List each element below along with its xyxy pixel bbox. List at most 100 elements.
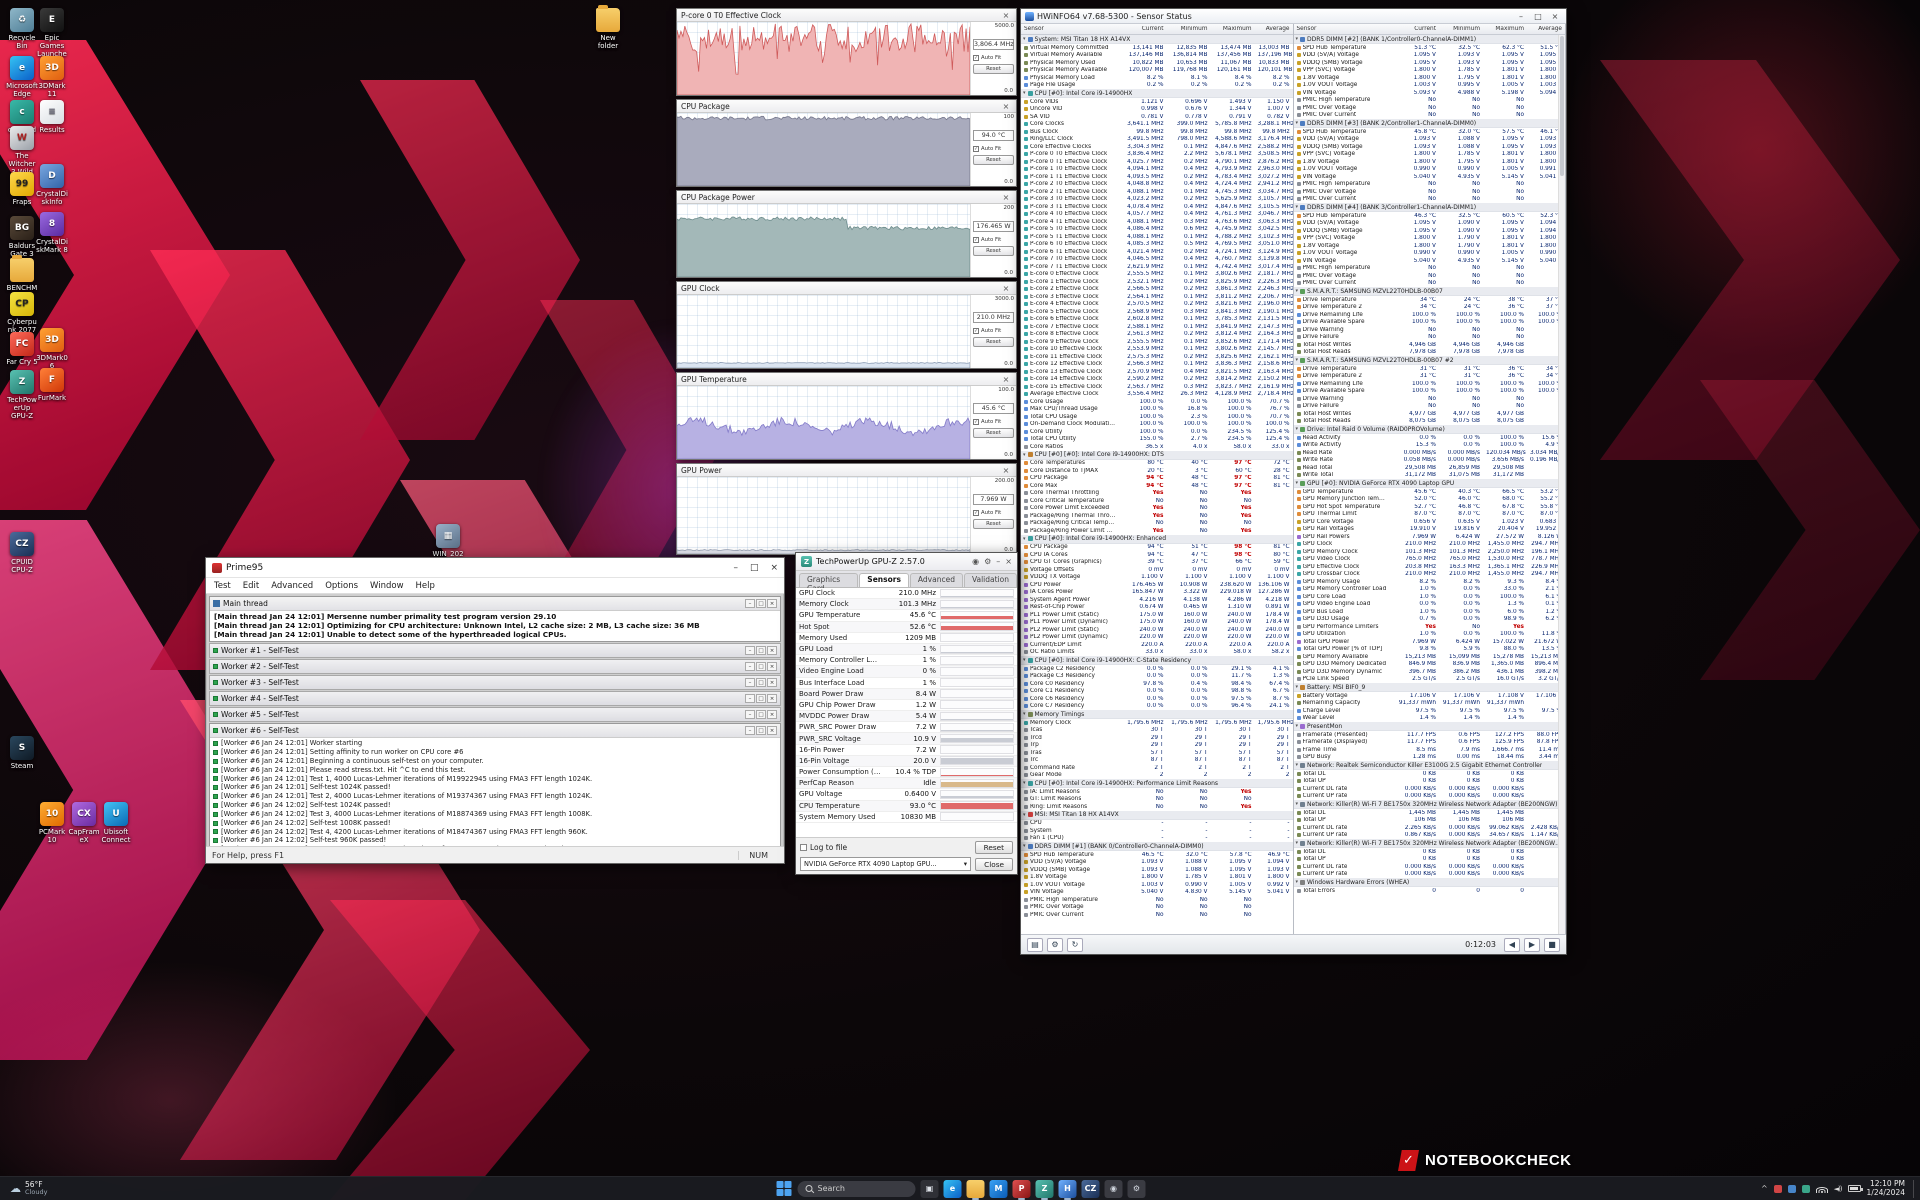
hwinfo-sensor-row[interactable]: Framerate (Presented)117.7 FPS0.6 FPS127… xyxy=(1294,731,1566,739)
hwinfo-sensor-row[interactable]: PMIC Over VoltageNoNoNo xyxy=(1021,904,1293,912)
gpuz-sensor-row[interactable]: Hot Spot52.6 °C xyxy=(796,622,1017,633)
desktop-icon-cpuid-cpu-z[interactable]: CZCPUID CPU-Z xyxy=(6,532,38,574)
gpu-select-dropdown[interactable]: NVIDIA GeForce RTX 4090 Laptop GPU... ▾ xyxy=(800,857,971,871)
hwinfo-sensor-row[interactable]: 1.8V Voltage1.800 V1.795 V1.801 V1.800 V xyxy=(1294,158,1566,166)
auto-fit-control[interactable]: ✓Auto Fit xyxy=(973,510,1014,516)
hwinfo-sensor-row[interactable]: Total DL0 KB0 KB0 KB xyxy=(1294,848,1566,856)
hwinfo-sensor-row[interactable]: Write Activity15.3 %0.0 %100.0 %4.9 % xyxy=(1294,442,1566,450)
graph-titlebar[interactable]: CPU Package Power× xyxy=(677,191,1016,204)
hwinfo-sensor-row[interactable]: P-core 3 T1 Effective Clock4,078.4 MHz0.… xyxy=(1021,203,1293,211)
hwinfo-sensor-row[interactable]: Core Max94 °C48 °C97 °C81 °C xyxy=(1021,482,1293,490)
camera-icon[interactable]: ◉ xyxy=(972,557,979,566)
sensor-graph-window-gpu-temperature[interactable]: GPU Temperature×100.045.6 °C✓Auto FitRes… xyxy=(676,372,1017,460)
hwinfo-sensor-row[interactable]: 1.8V Voltage1.800 V1.785 V1.801 V1.800 V xyxy=(1021,874,1293,882)
hwinfo-section-header[interactable]: ▾GPU [#0]: NVIDIA GeForce RTX 4090 Lapto… xyxy=(1294,479,1566,488)
hwinfo-sensor-row[interactable]: Drive Remaining Life100.0 %100.0 %100.0 … xyxy=(1294,380,1566,388)
hwinfo-sensor-row[interactable]: Package C2 Residency0.0 %0.0 %29.1 %4.1 … xyxy=(1021,665,1293,673)
hwinfo-sensor-row[interactable]: E-core 15 Effective Clock2,563.7 MHz0.3 … xyxy=(1021,383,1293,391)
hwinfo-sensor-row[interactable]: E-core 11 Effective Clock2,575.3 MHz0.2 … xyxy=(1021,353,1293,361)
hwinfo-section-header[interactable]: ▾DDR5 DIMM [#1] (BANK 0/Controller0-Chan… xyxy=(1021,842,1293,851)
hwinfo-sensor-row[interactable]: Read Total29,508 MB26,859 MB29,508 MB xyxy=(1294,464,1566,472)
taskbar-icon-gpuz[interactable]: Z xyxy=(1036,1180,1054,1198)
close-icon[interactable]: × xyxy=(770,563,778,573)
taskbar-icon-camera[interactable]: ◉ xyxy=(1105,1180,1123,1198)
close-icon[interactable]: × xyxy=(767,662,777,671)
hwinfo-sensor-row[interactable]: GPU Utilization1.0 %0.0 %100.0 %11.8 % xyxy=(1294,631,1566,639)
checkbox-icon[interactable]: ✓ xyxy=(973,146,979,152)
hwinfo-sensor-row[interactable]: PMIC Over CurrentNoNoNo xyxy=(1294,196,1566,204)
hwinfo-sensor-row[interactable]: Read Activity0.0 %0.0 %100.0 %15.6 % xyxy=(1294,434,1566,442)
gpuz-sensor-row[interactable]: Power Consumption (%)10.4 % TDP xyxy=(796,767,1017,778)
auto-fit-control[interactable]: ✓Auto Fit xyxy=(973,146,1014,152)
hwinfo-section-header[interactable]: ▾MSI: MSI Titan 18 HX A14VX xyxy=(1021,811,1293,820)
hwinfo-sensor-row[interactable]: P-core 3 T0 Effective Clock4,023.2 MHz0.… xyxy=(1021,196,1293,204)
hwinfo-sensor-row[interactable]: P-core 5 T1 Effective Clock4,088.1 MHz0.… xyxy=(1021,233,1293,241)
desktop-icon-ubisoft-connect[interactable]: UUbisoft Connect xyxy=(100,802,132,844)
volume-icon[interactable]: ◄)) xyxy=(1834,1185,1842,1193)
sensor-graph-window-cpu-package[interactable]: CPU Package×10094.0 °C✓Auto FitReset0.0 xyxy=(676,99,1017,187)
hwinfo-sensor-row[interactable]: Write Total31,172 MB31,075 MB31,172 MB xyxy=(1294,472,1566,480)
desktop-icon-steam[interactable]: SSteam xyxy=(6,736,38,770)
hwinfo-sensor-row[interactable]: P-core 0 T1 Effective Clock4,025.7 MHz0.… xyxy=(1021,158,1293,166)
auto-fit-control[interactable]: ✓Auto Fit xyxy=(973,328,1014,334)
hwinfo-sensor-row[interactable]: Write Rate0.058 MB/s0.000 MB/s3.656 MB/s… xyxy=(1294,457,1566,465)
hwinfo-sensor-row[interactable]: CPU GT Cores (Graphics)39 °C37 °C66 °C59… xyxy=(1021,559,1293,567)
gpuz-sensor-row[interactable]: MVDDC Power Draw5.4 W xyxy=(796,711,1017,722)
checkbox-icon[interactable]: ✓ xyxy=(973,510,979,516)
hwinfo-sensor-row[interactable]: Tcas30 T30 T30 T30 T xyxy=(1021,727,1293,735)
hwinfo-sensor-row[interactable]: Total UP0 KB0 KB0 KB xyxy=(1294,778,1566,786)
hwinfo-sensor-row[interactable]: Core Thermal ThrottlingYesNoYes xyxy=(1021,490,1293,498)
hwinfo-sensor-row[interactable]: Drive Available Spare100.0 %100.0 %100.0… xyxy=(1294,319,1566,327)
hwinfo-sensor-row[interactable]: PMIC Over CurrentNoNoNo xyxy=(1294,112,1566,120)
start-button[interactable] xyxy=(775,1180,793,1198)
hwinfo-sensor-row[interactable]: Core Usage100.0 %0.0 %100.0 %70.7 % xyxy=(1021,398,1293,406)
hwinfo-sensor-row[interactable]: SPD Hub Temperature46.5 °C32.0 °C57.8 °C… xyxy=(1021,851,1293,859)
hwinfo-sensor-row[interactable]: GPU D3D Usage0.7 %0.0 %98.9 %6.2 % xyxy=(1294,616,1566,624)
minimize-icon[interactable]: – xyxy=(745,599,755,608)
hwinfo-section-header[interactable]: ▾DDR5 DIMM [#3] (BANK 2/Controller1-Chan… xyxy=(1294,119,1566,128)
gpuz-sensor-row[interactable]: Memory Controller Load1 % xyxy=(796,655,1017,666)
hwinfo-sensor-row[interactable]: Core C0 Residency97.8 %0.4 %98.4 %67.4 % xyxy=(1021,680,1293,688)
maximize-icon[interactable]: □ xyxy=(756,662,766,671)
battery-icon[interactable] xyxy=(1848,1185,1861,1192)
maximize-icon[interactable]: □ xyxy=(756,646,766,655)
hwinfo-sensor-row[interactable]: E-core 2 Effective Clock2,566.5 MHz0.2 M… xyxy=(1021,286,1293,294)
hwinfo-sensor-row[interactable]: CPU Power176.465 W10.908 W238.620 W136.1… xyxy=(1021,581,1293,589)
hwinfo-sensor-row[interactable]: GPU Crossbar Clock210.0 MHz210.0 MHz1,45… xyxy=(1294,571,1566,579)
hwinfo-sensor-row[interactable]: CPU Package94 °C48 °C97 °C81 °C xyxy=(1021,475,1293,483)
hwinfo-section-header[interactable]: ▾S.M.A.R.T.: SAMSUNG MZVL22T0HDLB-00B07 … xyxy=(1294,356,1566,365)
gpuz-sensor-row[interactable]: CPU Temperature93.0 °C xyxy=(796,801,1017,812)
taskbar-icon-prime95[interactable]: P xyxy=(1013,1180,1031,1198)
hwinfo-sensor-row[interactable]: P-core 4 T0 Effective Clock4,057.7 MHz0.… xyxy=(1021,211,1293,219)
collapse-icon[interactable]: ▾ xyxy=(1296,36,1299,42)
child-titlebar[interactable]: Main thread–□× xyxy=(210,597,780,611)
hwinfo-sensor-row[interactable]: P-core 1 T1 Effective Clock4,093.5 MHz0.… xyxy=(1021,173,1293,181)
hwinfo-sensor-row[interactable]: Total Host Reads7,978 GB7,978 GB7,978 GB xyxy=(1294,349,1566,357)
taskbar-icon-cpuz[interactable]: CZ xyxy=(1082,1180,1100,1198)
hwinfo-section-header[interactable]: ▾System: MSI Titan 18 HX A14VX xyxy=(1021,35,1293,44)
hwinfo-sensor-row[interactable]: PMIC High TemperatureNoNoNo xyxy=(1294,181,1566,189)
hwinfo-sensor-row[interactable]: 1.8V Voltage1.800 V1.795 V1.801 V1.800 V xyxy=(1294,74,1566,82)
hwinfo-sensor-row[interactable]: CPU---- xyxy=(1021,820,1293,828)
hwinfo-sensor-row[interactable]: Wear Level1.4 %1.4 %1.4 % xyxy=(1294,715,1566,723)
maximize-icon[interactable]: □ xyxy=(1531,12,1545,21)
auto-fit-control[interactable]: ✓Auto Fit xyxy=(973,237,1014,243)
hwinfo-sensor-row[interactable]: CPU Package94 °C51 °C98 °C81 °C xyxy=(1021,544,1293,552)
hwinfo-sensor-row[interactable]: Frame Time8.5 ms7.9 ms1,666.7 ms11.4 ms xyxy=(1294,746,1566,754)
hwinfo-sensor-row[interactable]: GPU Core Load1.0 %0.0 %100.0 %6.1 % xyxy=(1294,593,1566,601)
graph-tool-icon[interactable]: ▤ xyxy=(1027,938,1043,952)
graph-titlebar[interactable]: GPU Clock× xyxy=(677,282,1016,295)
collapse-icon[interactable]: ▾ xyxy=(1296,879,1299,885)
scrollbar-thumb[interactable] xyxy=(1560,36,1564,176)
close-icon[interactable]: × xyxy=(767,694,777,703)
hwinfo-sensor-row[interactable]: Drive Remaining Life100.0 %100.0 %100.0 … xyxy=(1294,311,1566,319)
hwinfo-sensor-row[interactable]: Uncore VID0.998 V0.676 V1.344 V1.007 V xyxy=(1021,106,1293,114)
hwinfo-sensor-row[interactable]: GPU Thermal Limit87.0 °C87.0 °C87.0 °C87… xyxy=(1294,511,1566,519)
hwinfo-section-header[interactable]: ▾Windows Hardware Errors (WHEA) xyxy=(1294,878,1566,887)
reset-button[interactable]: Reset xyxy=(973,337,1014,347)
hwinfo-sensor-row[interactable]: Current UP rate0.000 KB/s0.000 KB/s0.000… xyxy=(1294,793,1566,801)
hwinfo-sensor-row[interactable]: Core Ratios36.5 x4.0 x58.0 x33.0 x xyxy=(1021,443,1293,451)
hwinfo-sensor-row[interactable]: GPU Memory Controller Load1.0 %0.0 %33.0… xyxy=(1294,586,1566,594)
hwinfo-sensor-row[interactable]: Current/EDP Limit220.0 A220.0 A220.0 A22… xyxy=(1021,641,1293,649)
taskbar-icon-hwinfo[interactable]: H xyxy=(1059,1180,1077,1198)
